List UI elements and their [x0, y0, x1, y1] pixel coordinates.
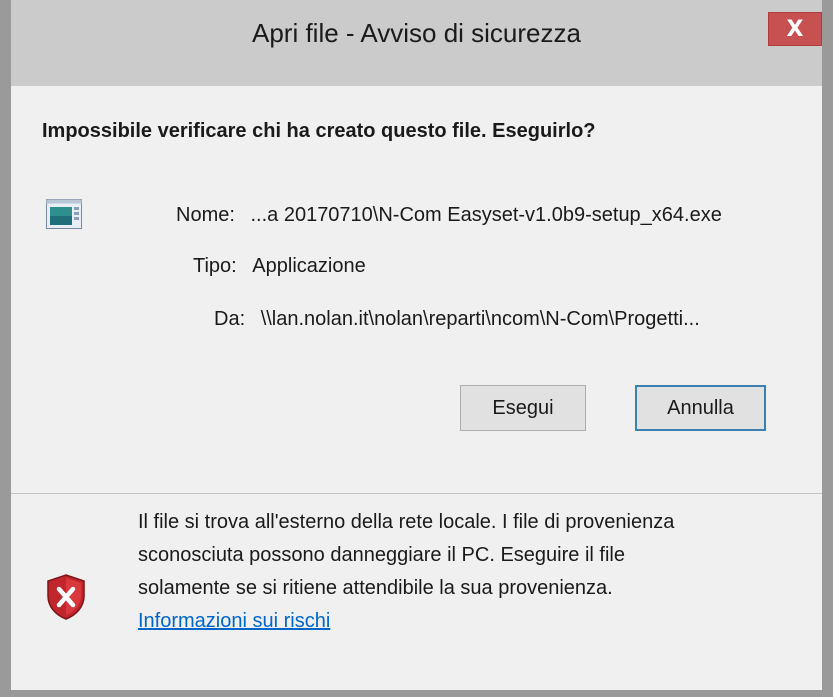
- file-name-row: Nome: ...a 20170710\N-Com Easyset-v1.0b9…: [176, 204, 722, 227]
- warning-line: solamente se si ritiene attendibile la s…: [138, 577, 613, 599]
- warning-line: sconosciuta possono danneggiare il PC. E…: [138, 544, 625, 566]
- title-bar[interactable]: Apri file - Avviso di sicurezza X: [11, 0, 822, 86]
- cancel-button[interactable]: Annulla: [635, 385, 766, 431]
- name-label: Nome:: [176, 204, 235, 226]
- close-button[interactable]: X: [768, 12, 822, 46]
- dialog-title: Apri file - Avviso di sicurezza: [252, 18, 581, 48]
- type-value: Applicazione: [252, 255, 366, 277]
- name-value: ...a 20170710\N-Com Easyset-v1.0b9-setup…: [250, 204, 722, 226]
- from-value: \\lan.nolan.it\nolan\reparti\ncom\N-Com\…: [260, 308, 700, 330]
- file-type-row: Tipo: Applicazione: [193, 255, 366, 278]
- warning-line: Il file si trova all'esterno della rete …: [138, 511, 675, 533]
- warning-heading: Impossibile verificare chi ha creato que…: [42, 120, 596, 142]
- from-label: Da:: [214, 308, 246, 330]
- application-window-icon: [46, 199, 82, 234]
- security-warning-dialog: Apri file - Avviso di sicurezza X Imposs…: [0, 0, 833, 697]
- type-label: Tipo:: [193, 255, 237, 277]
- risk-info-link[interactable]: Informazioni sui rischi: [138, 610, 330, 632]
- warning-text: Il file si trova all'esterno della rete …: [138, 506, 798, 638]
- file-source-row: Da: \\lan.nolan.it\nolan\reparti\ncom\N-…: [214, 308, 700, 331]
- run-button[interactable]: Esegui: [460, 385, 586, 431]
- security-shield-error-icon: [46, 574, 86, 625]
- risk-info-section: Il file si trova all'esterno della rete …: [11, 494, 822, 690]
- close-icon: X: [786, 16, 804, 42]
- dialog-content: Impossibile verificare chi ha creato que…: [11, 86, 822, 493]
